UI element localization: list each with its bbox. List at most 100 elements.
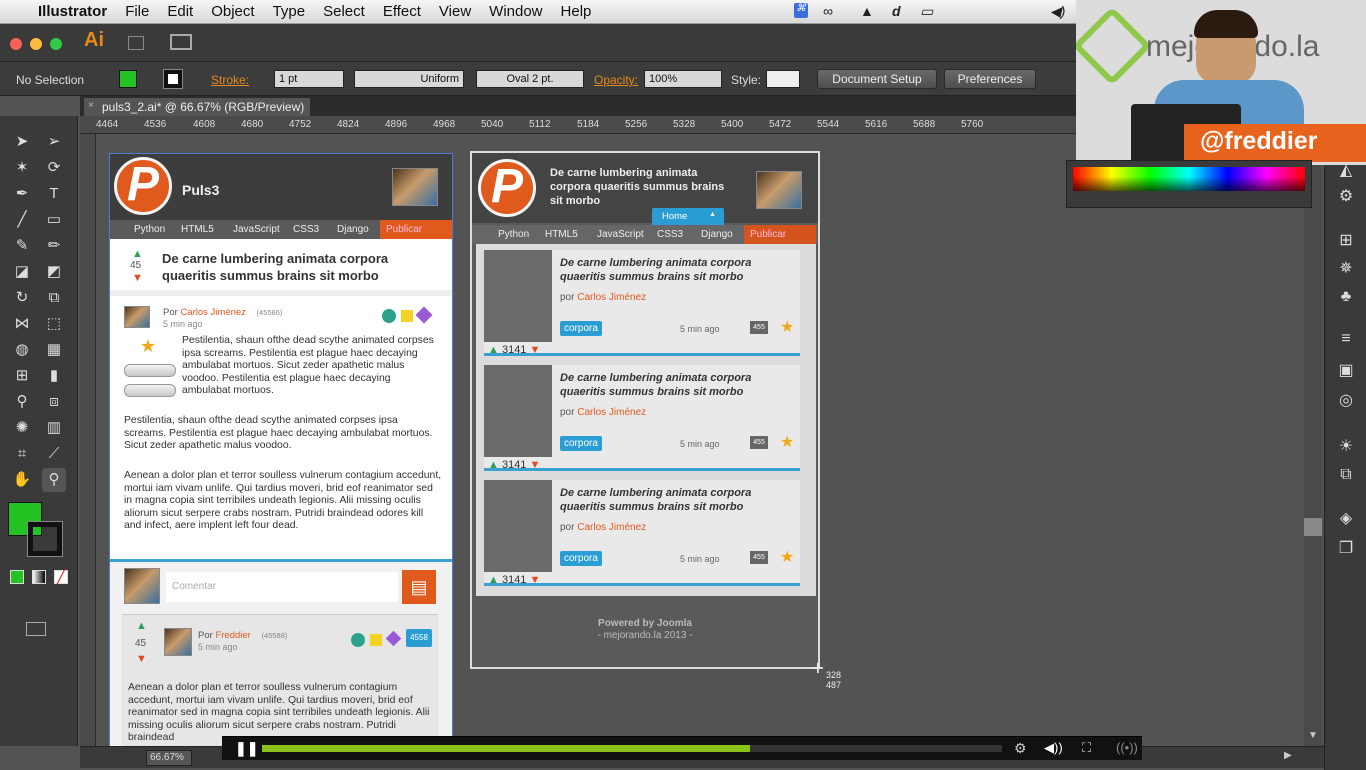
menu-object[interactable]: Object — [211, 3, 254, 20]
free-transform-tool-icon[interactable]: ⬚ — [42, 312, 66, 336]
close-window-button[interactable] — [10, 38, 22, 50]
perspective-grid-tool-icon[interactable]: ▦ — [42, 338, 66, 362]
card-comment-count[interactable]: 455 — [750, 321, 768, 334]
nav-python[interactable]: Python — [134, 224, 165, 235]
card-star-icon[interactable]: ★ — [780, 547, 794, 567]
color-mode-icon[interactable] — [10, 570, 24, 584]
card-vote-down-icon[interactable]: ▼ — [530, 574, 541, 586]
card-vote-up-icon[interactable]: ▲ — [488, 344, 499, 356]
stroke-panel-icon[interactable]: ≡ — [1335, 330, 1357, 352]
card-author[interactable]: Carlos Jiménez — [577, 522, 646, 533]
nav-javascript[interactable]: JavaScript — [233, 224, 280, 235]
volume-control-icon[interactable]: ◀)) — [1044, 740, 1063, 756]
d-app-icon[interactable]: d — [892, 3, 901, 19]
scroll-thumb[interactable] — [1304, 518, 1322, 536]
card-author[interactable]: Carlos Jiménez — [577, 292, 646, 303]
rotate-tool-icon[interactable]: ↻ — [10, 286, 34, 310]
grid-panel-icon[interactable]: ⊞ — [1335, 230, 1357, 252]
preferences-button[interactable]: Preferences — [944, 69, 1036, 89]
comment-share-square-icon[interactable] — [370, 634, 382, 646]
fill-swatch[interactable] — [119, 70, 137, 88]
nav-css3[interactable]: CSS3 — [293, 224, 319, 235]
pencil-tool-icon[interactable]: ✏ — [42, 234, 66, 258]
lasso-tool-icon[interactable]: ⟳ — [42, 156, 66, 180]
menu-select[interactable]: Select — [323, 3, 365, 20]
user-avatar[interactable] — [392, 168, 438, 206]
comment-submit-icon[interactable]: ▤ — [402, 570, 436, 604]
card-title[interactable]: De carne lumbering animata corpora quaer… — [560, 487, 770, 514]
hand-tool-icon[interactable]: ✋ — [10, 468, 34, 492]
pen-tool-icon[interactable]: ✒ — [10, 182, 34, 206]
artboards-panel-icon[interactable]: ❐ — [1335, 538, 1357, 560]
card-vote-down-icon[interactable]: ▼ — [530, 459, 541, 471]
scroll-right-arrow-icon[interactable]: ▶ — [1284, 750, 1292, 761]
layers-panel-icon[interactable]: ◈ — [1335, 508, 1357, 530]
gradient-panel-icon[interactable]: ▣ — [1335, 360, 1357, 382]
fullscreen-icon[interactable]: ⛶ — [1082, 740, 1091, 756]
card-vote-up-icon[interactable]: ▲ — [488, 574, 499, 586]
artboard-tool-icon[interactable]: ⌗ — [10, 442, 34, 466]
comment-input[interactable]: Comentar — [166, 572, 398, 602]
settings-gear-icon[interactable]: ⚙ — [1014, 740, 1027, 757]
home-dropdown[interactable]: Home ▲ — [652, 208, 724, 225]
opacity-label[interactable]: Opacity: — [594, 73, 638, 87]
variable-width-profile[interactable]: Uniform — [354, 70, 464, 88]
selection-tool-icon[interactable]: ➤ — [10, 130, 34, 154]
card-tag[interactable]: corpora — [560, 321, 602, 336]
card-comment-count[interactable]: 455 — [750, 551, 768, 564]
horizontal-ruler[interactable]: 4464 4536 4608 4680 4752 4824 4896 4968 … — [80, 116, 1080, 134]
menu-help[interactable]: Help — [561, 3, 592, 20]
comment-share-circle-icon[interactable] — [351, 633, 365, 647]
card-comment-count[interactable]: 455 — [750, 436, 768, 449]
volume-icon[interactable]: ◀) — [1050, 3, 1065, 20]
slice-tool-icon[interactable]: ⟋ — [42, 442, 66, 466]
graphic-styles-panel-icon[interactable]: ⧉ — [1335, 466, 1357, 488]
stroke-color-swatch[interactable] — [27, 521, 63, 557]
feed-card[interactable]: De carne lumbering animata corpora quaer… — [484, 365, 800, 471]
graphic-style-picker[interactable] — [766, 70, 800, 88]
share-square-icon[interactable] — [401, 310, 413, 322]
card-tag[interactable]: corpora — [560, 436, 602, 451]
comment-vote-down-icon[interactable]: ▼ — [136, 653, 147, 665]
mesh-tool-icon[interactable]: ⊞ — [10, 364, 34, 388]
menu-app-name[interactable]: Illustrator — [38, 3, 107, 20]
eraser-tool-icon[interactable]: ◩ — [42, 260, 66, 284]
vertical-ruler[interactable] — [80, 134, 96, 746]
favorite-star-icon[interactable]: ★ — [140, 336, 156, 357]
feed-nav-python[interactable]: Python — [498, 229, 529, 240]
blend-tool-icon[interactable]: ⧈ — [42, 390, 66, 414]
blob-brush-tool-icon[interactable]: ◪ — [10, 260, 34, 284]
zoom-level-field[interactable]: 66.67% — [146, 750, 192, 766]
broadcast-icon[interactable]: ((•)) — [1116, 740, 1138, 755]
card-author[interactable]: Carlos Jiménez — [577, 407, 646, 418]
creative-cloud-icon[interactable]: ∞ — [823, 3, 833, 19]
nav-html5[interactable]: HTML5 — [181, 224, 214, 235]
document-setup-button[interactable]: Document Setup — [817, 69, 937, 89]
menu-edit[interactable]: Edit — [167, 3, 193, 20]
paintbrush-tool-icon[interactable]: ✎ — [10, 234, 34, 258]
card-vote-up-icon[interactable]: ▲ — [488, 459, 499, 471]
color-spectrum[interactable] — [1073, 167, 1305, 191]
menu-window[interactable]: Window — [489, 3, 542, 20]
scroll-down-arrow-icon[interactable]: ▼ — [1308, 730, 1318, 741]
toggle-pill-1[interactable] — [124, 364, 176, 377]
card-vote-down-icon[interactable]: ▼ — [530, 344, 541, 356]
card-tag[interactable]: corpora — [560, 551, 602, 566]
vote-up-icon[interactable]: ▲ — [132, 248, 143, 260]
type-tool-icon[interactable]: T — [42, 182, 66, 206]
transparency-panel-icon[interactable]: ◎ — [1335, 390, 1357, 412]
stroke-swatch[interactable] — [163, 69, 183, 89]
close-tab-icon[interactable]: × — [88, 100, 94, 111]
magic-wand-tool-icon[interactable]: ✶ — [10, 156, 34, 180]
gradient-mode-icon[interactable] — [32, 570, 46, 584]
menu-type[interactable]: Type — [273, 3, 306, 20]
toggle-pill-2[interactable] — [124, 384, 176, 397]
feed-card[interactable]: De carne lumbering animata corpora quaer… — [484, 250, 800, 356]
arrange-documents-icon[interactable] — [170, 34, 192, 50]
brush-definition[interactable]: Oval 2 pt. — [476, 70, 584, 88]
share-circle-icon[interactable] — [382, 309, 396, 323]
zoom-tool-icon[interactable]: ⚲ — [42, 468, 66, 492]
vote-down-icon[interactable]: ▼ — [132, 272, 143, 284]
feed-nav-django[interactable]: Django — [701, 229, 733, 240]
width-tool-icon[interactable]: ⋈ — [10, 312, 34, 336]
